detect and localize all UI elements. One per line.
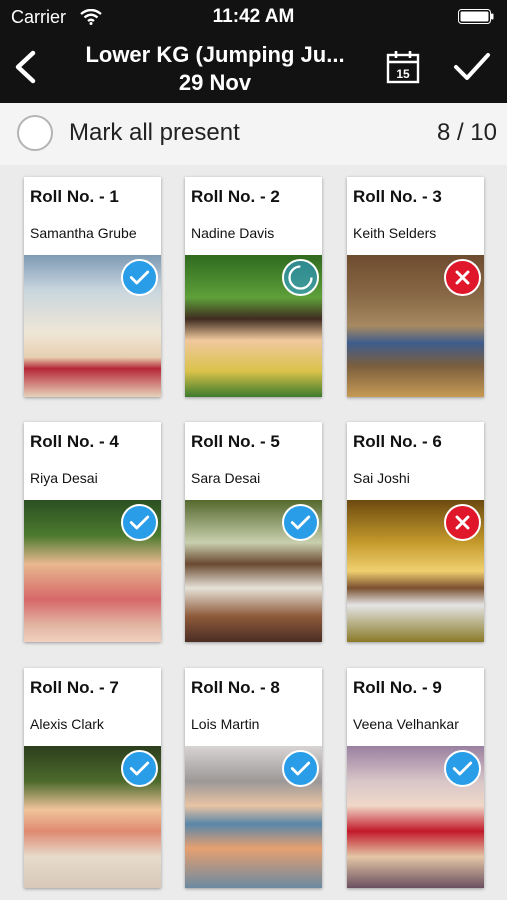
calendar-day-label: 15 xyxy=(396,67,410,81)
student-card[interactable]: Roll No. - 2 Nadine Davis xyxy=(185,177,322,397)
student-card[interactable]: Roll No. - 3 Keith Selders xyxy=(347,177,484,397)
roll-number: Roll No. - 4 xyxy=(30,432,119,451)
roll-number: Roll No. - 6 xyxy=(353,432,442,451)
attendance-date: 29 Nov xyxy=(178,70,252,95)
status-bar: Carrier 11:42 AM xyxy=(0,0,507,34)
student-name: Sara Desai xyxy=(191,470,261,486)
student-card[interactable]: Roll No. - 4 Riya Desai xyxy=(24,422,161,642)
roll-number: Roll No. - 7 xyxy=(30,678,119,697)
present-check-icon[interactable] xyxy=(121,750,158,787)
roll-number: Roll No. - 1 xyxy=(30,187,119,206)
class-name: Lower KG (Jumping Ju... xyxy=(85,42,345,67)
attendance-count: 8 / 10 xyxy=(436,119,497,146)
student-name: Lois Martin xyxy=(191,716,260,732)
student-card[interactable]: Roll No. - 1 Samantha Grube xyxy=(24,177,161,397)
student-photo[interactable] xyxy=(347,255,484,397)
student-card[interactable]: Roll No. - 8 Lois Martin xyxy=(185,668,322,888)
student-photo[interactable] xyxy=(347,746,484,888)
roll-number: Roll No. - 8 xyxy=(191,678,280,697)
student-card[interactable]: Roll No. - 5 Sara Desai xyxy=(185,422,322,642)
page-title: Lower KG (Jumping Ju... 29 Nov xyxy=(70,41,360,97)
present-check-icon[interactable] xyxy=(444,750,481,787)
student-photo[interactable] xyxy=(24,746,161,888)
student-photo[interactable] xyxy=(24,255,161,397)
mark-all-bar: Mark all present 8 / 10 xyxy=(0,103,507,165)
absent-cross-icon[interactable] xyxy=(444,504,481,541)
student-card[interactable]: Roll No. - 7 Alexis Clark xyxy=(24,668,161,888)
calendar-icon[interactable]: 15 xyxy=(385,49,421,85)
student-grid: Roll No. - 1 Samantha Grube Roll No. - 2 Na… xyxy=(0,165,507,900)
mark-all-label[interactable]: Mark all present xyxy=(69,119,240,147)
student-photo[interactable] xyxy=(185,500,322,642)
present-check-icon[interactable] xyxy=(282,750,319,787)
absent-cross-icon[interactable] xyxy=(444,259,481,296)
navigation-bar: Carrier 11:42 AM Lower KG (Jumping Ju...… xyxy=(0,0,507,103)
student-photo[interactable] xyxy=(185,746,322,888)
mark-all-checkbox[interactable] xyxy=(17,115,53,151)
student-name: Keith Selders xyxy=(353,225,437,241)
loading-spinner-icon[interactable] xyxy=(282,259,319,296)
student-name: Veena Velhankar xyxy=(353,716,459,732)
submit-check-icon[interactable] xyxy=(452,49,492,85)
roll-number: Roll No. - 5 xyxy=(191,432,280,451)
student-photo[interactable] xyxy=(24,500,161,642)
roll-number: Roll No. - 9 xyxy=(353,678,442,697)
student-name: Riya Desai xyxy=(30,470,98,486)
student-card[interactable]: Roll No. - 6 Sai Joshi xyxy=(347,422,484,642)
student-card[interactable]: Roll No. - 9 Veena Velhankar xyxy=(347,668,484,888)
roll-number: Roll No. - 3 xyxy=(353,187,442,206)
student-photo[interactable] xyxy=(185,255,322,397)
battery-icon xyxy=(458,9,494,24)
present-check-icon[interactable] xyxy=(282,504,319,541)
present-check-icon[interactable] xyxy=(121,259,158,296)
clock: 11:42 AM xyxy=(212,6,295,27)
student-name: Alexis Clark xyxy=(30,716,104,732)
roll-number: Roll No. - 2 xyxy=(191,187,280,206)
student-name: Sai Joshi xyxy=(353,470,410,486)
back-chevron-icon[interactable] xyxy=(6,45,46,89)
student-name: Nadine Davis xyxy=(191,225,275,241)
student-name: Samantha Grube xyxy=(30,225,137,241)
present-check-icon[interactable] xyxy=(121,504,158,541)
student-photo[interactable] xyxy=(347,500,484,642)
